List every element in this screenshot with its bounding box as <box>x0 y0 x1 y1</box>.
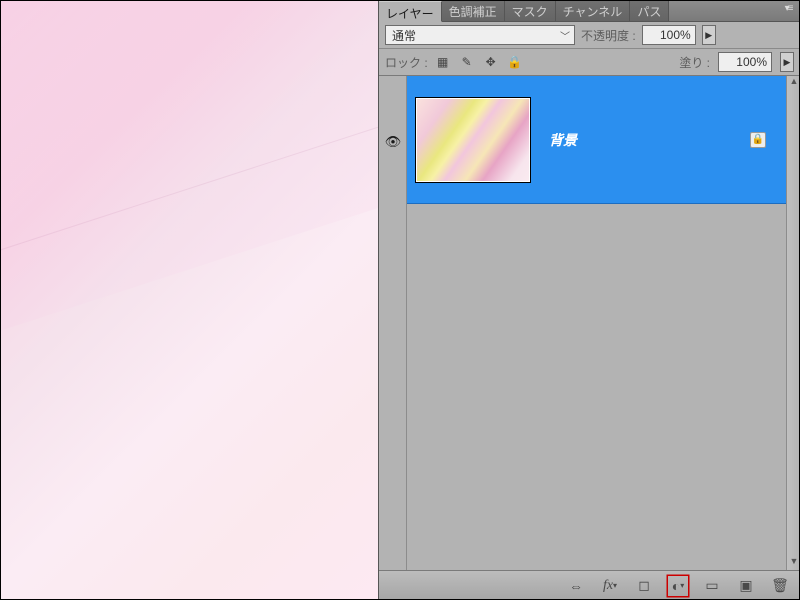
opacity-label: 不透明度 : <box>581 27 636 44</box>
layer-lock-icon: 🔒 <box>750 132 766 148</box>
panel-menu-icon[interactable] <box>780 3 796 17</box>
fx-label: fx <box>603 578 613 594</box>
panel-footer: ⇔ fx▾ ◻ ◐▾ ▭ ▣ 🗑 <box>379 570 800 600</box>
opacity-field[interactable]: 100% <box>642 25 696 45</box>
blend-row: 通常 ﹀ 不透明度 : 100% ▶ <box>379 22 800 49</box>
adjustment-layer-icon[interactable]: ◐▾ <box>668 576 688 596</box>
tab-paths[interactable]: パス <box>630 0 669 21</box>
lock-position-icon[interactable]: ✥ <box>484 55 498 69</box>
visibility-toggle-icon[interactable]: 👁 <box>383 134 403 150</box>
lock-all-icon[interactable]: 🔒 <box>508 55 522 69</box>
new-layer-icon[interactable]: ▣ <box>736 576 756 596</box>
lock-pixels-icon[interactable]: ✎ <box>460 55 474 69</box>
layer-list: 👁 背景 🔒 ▲ ▼ <box>379 76 800 570</box>
layers-panel: レイヤー 色調補正 マスク チャンネル パス 通常 ﹀ 不透明度 : 100% … <box>378 0 800 600</box>
tab-channels[interactable]: チャンネル <box>556 0 631 21</box>
layer-effects-icon[interactable]: fx▾ <box>600 576 620 596</box>
layer-name-label[interactable]: 背景 <box>549 130 577 150</box>
tab-masks[interactable]: マスク <box>505 0 556 21</box>
add-mask-icon[interactable]: ◻ <box>634 576 654 596</box>
lock-icons-group: ▦ ✎ ✥ 🔒 <box>436 55 522 69</box>
chevron-down-icon: ﹀ <box>560 28 570 43</box>
layer-thumbnail[interactable] <box>415 97 531 183</box>
scrollbar[interactable]: ▲ ▼ <box>786 76 800 570</box>
delete-layer-icon[interactable]: 🗑 <box>770 576 790 596</box>
link-layers-icon[interactable]: ⇔ <box>566 576 586 596</box>
fill-flyout-icon[interactable]: ▶ <box>780 52 794 72</box>
fill-label: 塗り : <box>679 54 710 71</box>
panel-tab-strip: レイヤー 色調補正 マスク チャンネル パス <box>379 0 800 22</box>
blend-mode-value: 通常 <box>392 27 416 44</box>
opacity-flyout-icon[interactable]: ▶ <box>702 25 716 45</box>
blend-mode-select[interactable]: 通常 ﹀ <box>385 25 575 45</box>
tab-adjustments[interactable]: 色調補正 <box>442 0 505 21</box>
scroll-down-icon[interactable]: ▼ <box>787 556 800 570</box>
lock-row: ロック : ▦ ✎ ✥ 🔒 塗り : 100% ▶ <box>379 49 800 76</box>
scroll-up-icon[interactable]: ▲ <box>787 76 800 90</box>
lock-label: ロック : <box>385 54 428 71</box>
layer-column: 背景 🔒 <box>407 76 786 570</box>
tab-layers[interactable]: レイヤー <box>379 1 442 22</box>
new-group-icon[interactable]: ▭ <box>702 576 722 596</box>
canvas-viewport[interactable] <box>0 0 378 600</box>
fill-field[interactable]: 100% <box>718 52 772 72</box>
visibility-column <box>379 76 407 570</box>
lock-transparency-icon[interactable]: ▦ <box>436 55 450 69</box>
layer-row[interactable]: 背景 🔒 <box>407 76 786 204</box>
